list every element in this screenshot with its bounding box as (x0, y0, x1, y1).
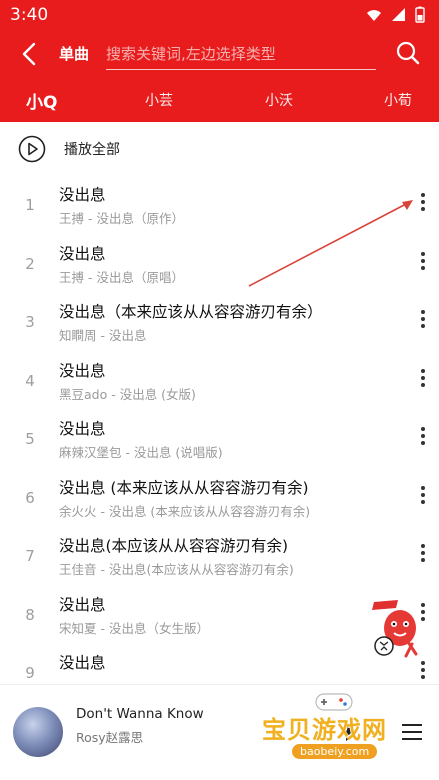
search-type-selector[interactable]: 单曲 (59, 43, 89, 64)
play-circle-icon (18, 135, 46, 163)
song-title: 没出息 (本来应该从从容容游刃有余) (59, 478, 309, 497)
tab-xiaoyun[interactable]: 小芸 (145, 90, 173, 110)
watermark: 宝贝游戏网 baobeiy.com (262, 690, 422, 776)
status-bar: 3:40 (0, 0, 439, 30)
song-artist-album: 王佳音 - 没出息(本应该从从容容游刃有余) (59, 562, 294, 577)
song-index: 2 (25, 254, 35, 273)
more-options-icon[interactable] (415, 424, 431, 452)
more-options-icon[interactable] (415, 483, 431, 511)
battery-icon (415, 6, 425, 23)
song-index: 3 (25, 313, 35, 331)
song-index: 8 (25, 605, 35, 624)
search-icon (396, 41, 420, 65)
song-index: 6 (25, 488, 35, 507)
track-title: Don't Wanna Know (76, 706, 204, 722)
source-tabs: 小Q 小芸 小沃 小荀 (0, 78, 439, 122)
song-title: 没出息 (59, 244, 106, 263)
back-button[interactable] (14, 38, 46, 70)
watermark-title: 宝贝游戏网 (262, 716, 387, 744)
status-time: 3:40 (10, 5, 49, 25)
track-artist: Rosy赵露思 (76, 730, 144, 745)
song-title: 没出息(本应该从从容容游刃有余) (59, 537, 289, 555)
song-title: 没出息 (59, 361, 106, 380)
song-artist-album: 王搏 - 没出息（原作） (59, 211, 184, 226)
watermark-url: baobeiy.com (292, 744, 378, 759)
more-options-icon[interactable] (415, 190, 431, 218)
song-title: 没出息 (59, 595, 106, 614)
search-input[interactable] (106, 38, 376, 69)
song-row[interactable]: 7 没出息(本应该从从容容游刃有余) 王佳音 - 没出息(本应该从从容容游刃有余… (0, 526, 439, 585)
song-artist-album: 知瞷周 - 没出息 (59, 328, 147, 343)
wifi-icon (367, 9, 381, 21)
song-row[interactable]: 1 没出息 王搏 - 没出息（原作） (0, 175, 439, 234)
song-title: 没出息 (59, 186, 106, 204)
play-all-row[interactable]: 播放全部 (0, 122, 439, 174)
more-options-icon[interactable] (415, 366, 431, 394)
tab-xiaoq[interactable]: 小Q (26, 88, 57, 113)
song-row[interactable]: 3 没出息（本来应该从从容容游刃有余） 知瞷周 - 没出息 (0, 292, 439, 351)
song-title: 没出息（本来应该从从容容游刃有余） (59, 303, 323, 321)
mascot-sticker-icon (372, 600, 418, 658)
song-artist-album: 王搏 - 没出息（原唱） (59, 269, 184, 285)
song-index: 9 (25, 664, 35, 682)
more-options-icon[interactable] (415, 307, 431, 335)
status-icons (366, 6, 425, 23)
search-button[interactable] (395, 40, 421, 66)
song-row[interactable]: 2 没出息 王搏 - 没出息（原唱） (0, 234, 439, 293)
app-bar: 单曲 (0, 30, 439, 78)
more-options-icon[interactable] (415, 658, 431, 683)
tab-xiaowo[interactable]: 小沃 (265, 90, 293, 110)
song-index: 7 (25, 547, 35, 565)
song-row[interactable]: 5 没出息 麻辣汉堡包 - 没出息 (说唱版) (0, 409, 439, 468)
more-options-icon[interactable] (415, 249, 431, 277)
song-row[interactable]: 6 没出息 (本来应该从从容容游刃有余) 余火火 - 没出息 (本来应该从从容容… (0, 468, 439, 527)
album-art[interactable] (13, 707, 63, 757)
song-index: 5 (25, 430, 35, 448)
tab-xiaoxun[interactable]: 小荀 (384, 90, 412, 110)
search-field (106, 38, 376, 70)
more-options-icon[interactable] (415, 541, 431, 569)
song-title: 没出息 (59, 420, 106, 438)
song-artist-album: 麻辣汉堡包 - 没出息 (说唱版) (59, 445, 223, 460)
song-artist-album: 黑豆ado - 没出息 (女版) (59, 386, 196, 402)
song-title: 没出息 (59, 654, 106, 672)
song-row[interactable]: 4 没出息 黑豆ado - 没出息 (女版) (0, 351, 439, 410)
signal-icon (392, 8, 405, 21)
song-artist-album: 余火火 - 没出息 (本来应该从从容容游刃有余) (59, 503, 311, 519)
back-arrow-icon (22, 42, 36, 66)
song-index: 4 (25, 371, 35, 390)
song-artist-album: 宋知夏 - 没出息（女生版） (59, 620, 209, 636)
song-index: 1 (25, 196, 35, 214)
play-all-label: 播放全部 (64, 142, 120, 158)
